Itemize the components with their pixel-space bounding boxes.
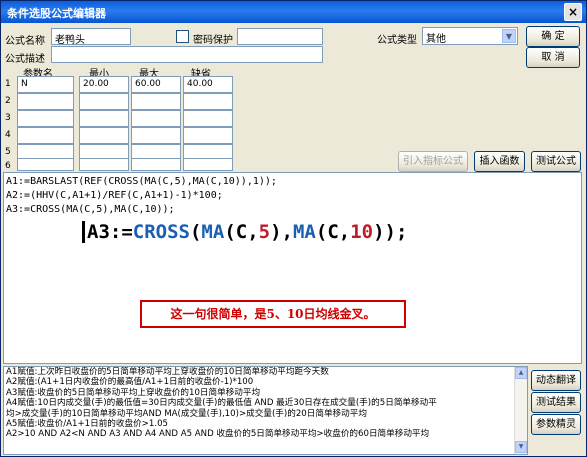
param-name-cell[interactable] bbox=[17, 110, 74, 127]
param-default-cell[interactable] bbox=[183, 110, 233, 127]
test-result-button[interactable]: 测试结果 bbox=[531, 392, 581, 413]
ok-button[interactable]: 确 定 bbox=[526, 26, 580, 47]
param-name-cell[interactable] bbox=[17, 158, 74, 171]
row-number: 3 bbox=[5, 113, 11, 123]
row-number: 1 bbox=[5, 79, 11, 89]
row-number: 4 bbox=[5, 130, 11, 140]
window-title: 条件选股公式编辑器 bbox=[7, 7, 106, 20]
type-select[interactable]: 其他 ▼ bbox=[422, 27, 518, 45]
param-max-cell[interactable] bbox=[131, 93, 181, 110]
param-default-cell[interactable] bbox=[183, 158, 233, 171]
param-min-cell[interactable] bbox=[79, 158, 129, 171]
password-input[interactable] bbox=[237, 28, 323, 45]
explanation-line: A4赋值:10日内成交量(手)的最低值=30日内成交量(手)的最低值 AND 最… bbox=[6, 398, 437, 409]
param-max-cell[interactable] bbox=[131, 158, 181, 171]
param-min-cell[interactable] bbox=[79, 93, 129, 110]
param-max-cell[interactable]: 60.00 bbox=[131, 76, 181, 93]
param-max-cell[interactable] bbox=[131, 127, 181, 144]
dynamic-translate-button[interactable]: 动态翻译 bbox=[531, 370, 581, 391]
param-default-cell[interactable] bbox=[183, 127, 233, 144]
close-button[interactable]: × bbox=[564, 3, 582, 21]
annotation-box: 这一句很简单，是5、10日均线金叉。 bbox=[140, 300, 406, 328]
explanation-line: A2>10 AND A2<N AND A3 AND A4 AND A5 AND … bbox=[6, 429, 430, 440]
param-default-cell[interactable]: 40.00 bbox=[183, 76, 233, 93]
param-min-cell[interactable]: 20.00 bbox=[79, 76, 129, 93]
test-formula-button[interactable]: 测试公式 bbox=[531, 151, 581, 172]
param-max-cell[interactable] bbox=[131, 110, 181, 127]
desc-input[interactable] bbox=[51, 46, 323, 63]
row-number: 5 bbox=[5, 147, 11, 157]
row-number: 2 bbox=[5, 96, 11, 106]
type-label: 公式类型 bbox=[377, 35, 417, 46]
param-wizard-button[interactable]: 参数精灵 bbox=[531, 414, 581, 435]
cancel-button[interactable]: 取 消 bbox=[526, 47, 580, 68]
import-indicator-button[interactable]: 引入指标公式 bbox=[398, 151, 468, 172]
explanation-line: A1赋值:上次昨日收盘价的5日简单移动平均上穿收盘价的10日简单移动平均距今天数 bbox=[6, 367, 329, 377]
code-line-3: A3:=CROSS(MA(C,5),MA(C,10)); bbox=[6, 204, 175, 215]
param-min-cell[interactable] bbox=[79, 127, 129, 144]
explanation-line: 均>成交量(手)的10日简单移动平均AND MA(成交量(手),10)>成交量(… bbox=[6, 408, 367, 419]
explanation-line: A5赋值:收盘价/A1+1日前的收盘价>1.05 bbox=[6, 419, 169, 430]
insert-function-button[interactable]: 插入函数 bbox=[474, 151, 525, 172]
zoomed-code-line: A3:=CROSS(MA(C,5),MA(C,10)); bbox=[82, 221, 407, 243]
password-label: 密码保护 bbox=[193, 35, 233, 46]
row-number: 6 bbox=[5, 161, 11, 171]
param-name-cell[interactable]: N bbox=[17, 76, 74, 93]
param-name-cell[interactable] bbox=[17, 93, 74, 110]
name-label: 公式名称 bbox=[5, 36, 45, 47]
code-line-2: A2:=(HHV(C,A1+1)/REF(C,A1+1)-1)*100; bbox=[6, 190, 223, 201]
scroll-down-icon[interactable]: ▼ bbox=[515, 441, 527, 453]
explanation-box: A1赋值:上次昨日收盘价的5日简单移动平均上穿收盘价的10日简单移动平均距今天数… bbox=[3, 366, 528, 455]
password-checkbox[interactable] bbox=[176, 30, 189, 43]
desc-label: 公式描述 bbox=[5, 54, 45, 65]
scroll-up-icon[interactable]: ▲ bbox=[515, 367, 527, 379]
explanation-line: A3赋值:收盘价的5日简单移动平均上穿收盘价的10日简单移动平均 bbox=[6, 387, 261, 398]
param-name-cell[interactable] bbox=[17, 127, 74, 144]
code-line-1: A1:=BARSLAST(REF(CROSS(MA(C,5),MA(C,10))… bbox=[6, 176, 277, 187]
chevron-down-icon[interactable]: ▼ bbox=[502, 29, 516, 43]
explanation-line: A2赋值:(A1+1日内收盘价的最高值/A1+1日前的收盘价-1)*100 bbox=[6, 377, 254, 388]
param-default-cell[interactable] bbox=[183, 93, 233, 110]
title-bar: 条件选股公式编辑器 × bbox=[1, 1, 586, 23]
explanation-scrollbar[interactable]: ▲ ▼ bbox=[514, 367, 527, 454]
code-editor[interactable]: A1:=BARSLAST(REF(CROSS(MA(C,5),MA(C,10))… bbox=[3, 172, 582, 364]
name-input[interactable]: 老鸭头 bbox=[51, 28, 131, 45]
formula-editor-window: 条件选股公式编辑器 × 公式名称 老鸭头 密码保护 公式类型 其他 ▼ 确 定 … bbox=[0, 0, 587, 457]
type-select-value: 其他 bbox=[426, 34, 446, 45]
param-min-cell[interactable] bbox=[79, 110, 129, 127]
